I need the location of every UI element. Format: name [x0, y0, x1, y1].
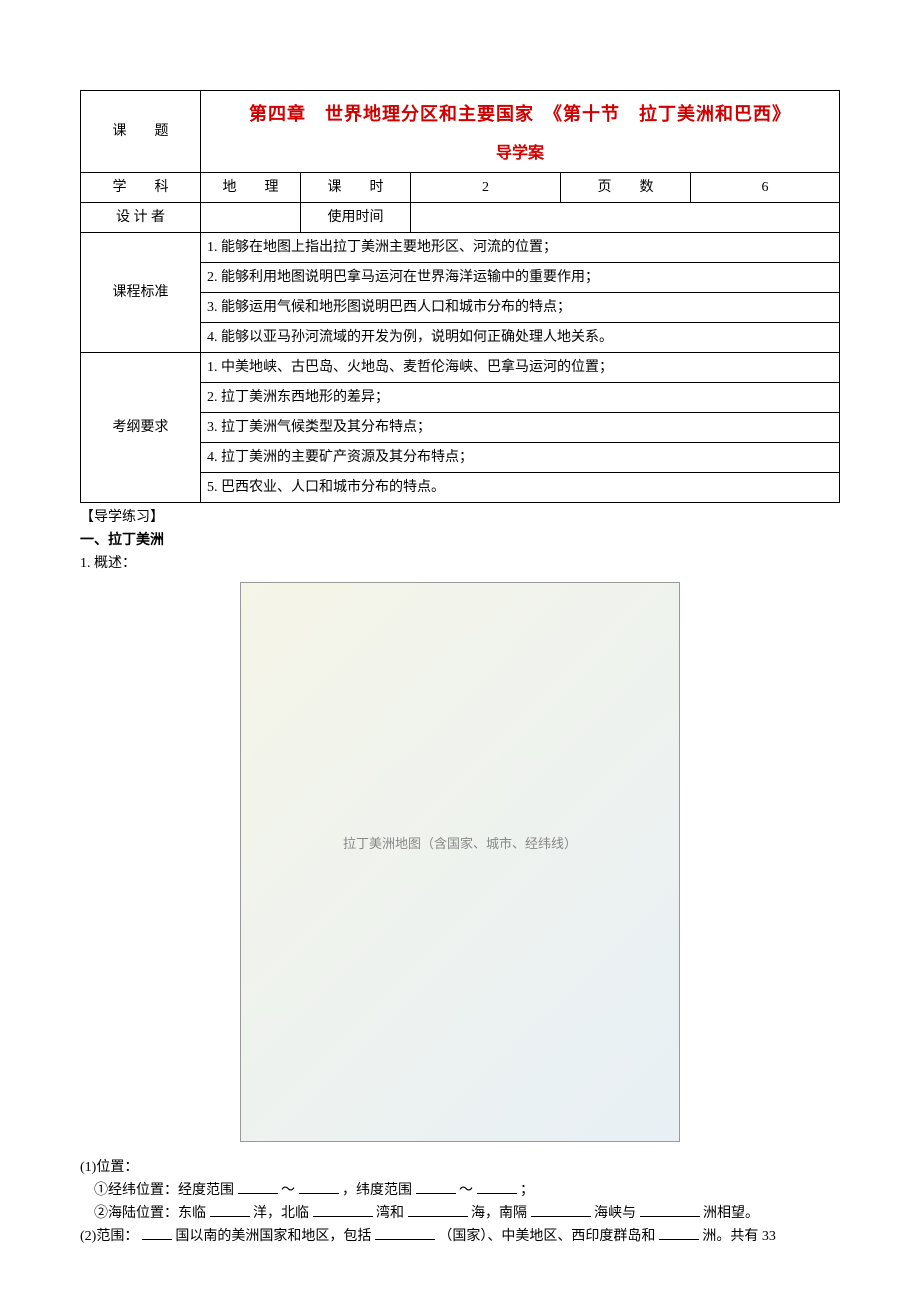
exam-item: 4. 拉丁美洲的主要矿产资源及其分布特点；	[201, 443, 840, 473]
text-fragment: (2)范围：	[80, 1229, 138, 1244]
standards-item: 4. 能够以亚马孙河流域的开发为例，说明如何正确处理人地关系。	[201, 323, 840, 353]
subtitle: 导学案	[205, 142, 835, 166]
standards-item: 3. 能够运用气候和地形图说明巴西人口和城市分布的特点；	[201, 293, 840, 323]
use-time-value	[411, 203, 840, 233]
text-fragment: 国以南的美洲国家和地区，包括	[175, 1229, 371, 1244]
exam-item: 5. 巴西农业、人口和城市分布的特点。	[201, 473, 840, 503]
map-figure: 拉丁美洲地图（含国家、城市、经纬线）	[80, 582, 840, 1149]
title-cell: 第四章 世界地理分区和主要国家 《第十节 拉丁美洲和巴西》 导学案	[201, 91, 840, 173]
blank-field[interactable]	[408, 1203, 468, 1217]
blank-field[interactable]	[238, 1180, 278, 1194]
item-1: 1. 概述：	[80, 553, 840, 574]
text-fragment: 洲。共有 33	[702, 1229, 776, 1244]
blank-field[interactable]	[477, 1180, 517, 1194]
chapter-title: 第四章 世界地理分区和主要国家 《第十节 拉丁美洲和巴西》	[205, 101, 835, 128]
designer-value	[201, 203, 301, 233]
subject-value: 地 理	[201, 173, 301, 203]
map-caption: 拉丁美洲地图（含国家、城市、经纬线）	[241, 834, 679, 854]
pages-value: 6	[691, 173, 840, 203]
text-fragment: 海峡与	[594, 1206, 636, 1221]
practice-heading: 【导学练习】	[80, 507, 840, 528]
text-fragment: ①经纬位置：经度范围	[94, 1183, 234, 1198]
blank-field[interactable]	[640, 1203, 700, 1217]
text-fragment: 海，南隔	[471, 1206, 527, 1221]
position-head: (1)位置：	[80, 1157, 840, 1178]
position-line-2: ②海陆位置：东临 洋，北临 湾和 海，南隔 海峡与 洲相望。	[80, 1203, 840, 1224]
text-fragment: ～	[281, 1183, 295, 1198]
blank-field[interactable]	[299, 1180, 339, 1194]
periods-value: 2	[411, 173, 561, 203]
blank-field[interactable]	[659, 1226, 699, 1240]
exam-item: 1. 中美地峡、古巴岛、火地岛、麦哲伦海峡、巴拿马运河的位置；	[201, 353, 840, 383]
section-1-head: 一、拉丁美洲	[80, 530, 840, 551]
blank-field[interactable]	[210, 1203, 250, 1217]
text-fragment: 洋，北临	[253, 1206, 309, 1221]
exam-item: 3. 拉丁美洲气候类型及其分布特点；	[201, 413, 840, 443]
use-time-label: 使用时间	[301, 203, 411, 233]
blank-field[interactable]	[375, 1226, 435, 1240]
range-line: (2)范围： 国以南的美洲国家和地区，包括 （国家）、中美地区、西印度群岛和 洲…	[80, 1226, 840, 1247]
blank-field[interactable]	[142, 1226, 172, 1240]
text-fragment: ；	[520, 1183, 534, 1198]
exam-label: 考纲要求	[81, 353, 201, 503]
text-fragment: ～	[459, 1183, 473, 1198]
text-fragment: 湾和	[376, 1206, 404, 1221]
standards-item: 2. 能够利用地图说明巴拿马运河在世界海洋运输中的重要作用；	[201, 263, 840, 293]
position-line-1: ①经纬位置：经度范围 ～ ，纬度范围 ～ ；	[80, 1180, 840, 1201]
text-fragment: ②海陆位置：东临	[94, 1206, 206, 1221]
standards-label: 课程标准	[81, 233, 201, 353]
blank-field[interactable]	[416, 1180, 456, 1194]
text-fragment: ，纬度范围	[342, 1183, 412, 1198]
blank-field[interactable]	[313, 1203, 373, 1217]
text-fragment: 洲相望。	[703, 1206, 759, 1221]
body-content: 【导学练习】 一、拉丁美洲 1. 概述： 拉丁美洲地图（含国家、城市、经纬线） …	[80, 507, 840, 1247]
pages-label: 页 数	[561, 173, 691, 203]
subject-label: 学 科	[81, 173, 201, 203]
periods-label: 课 时	[301, 173, 411, 203]
header-table: 课 题 第四章 世界地理分区和主要国家 《第十节 拉丁美洲和巴西》 导学案 学 …	[80, 90, 840, 503]
blank-field[interactable]	[531, 1203, 591, 1217]
topic-label: 课 题	[81, 91, 201, 173]
latin-america-map: 拉丁美洲地图（含国家、城市、经纬线）	[240, 582, 680, 1142]
exam-item: 2. 拉丁美洲东西地形的差异；	[201, 383, 840, 413]
text-fragment: （国家）、中美地区、西印度群岛和	[438, 1229, 655, 1244]
designer-label: 设 计 者	[81, 203, 201, 233]
standards-item: 1. 能够在地图上指出拉丁美洲主要地形区、河流的位置；	[201, 233, 840, 263]
